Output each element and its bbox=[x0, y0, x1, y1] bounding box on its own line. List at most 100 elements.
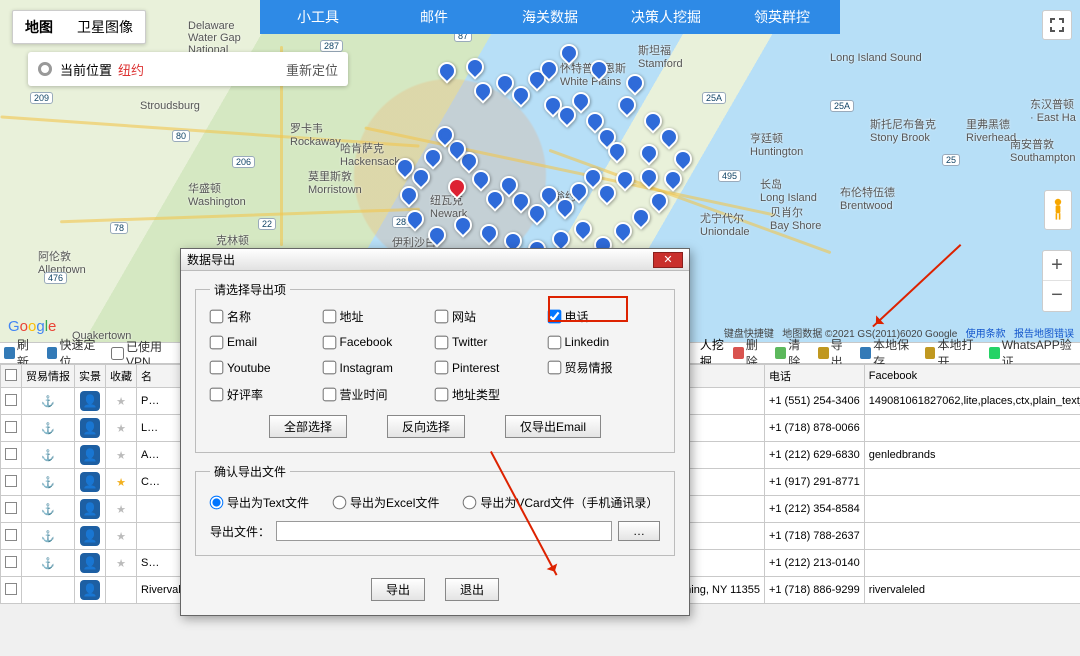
map-type-satellite[interactable]: 卫星图像 bbox=[65, 11, 145, 43]
dlg-btn-2[interactable]: 仅导出Email bbox=[505, 415, 601, 438]
favorite-icon[interactable]: ★ bbox=[116, 450, 126, 462]
map-pin[interactable] bbox=[462, 54, 487, 79]
streetview-icon[interactable]: 👤 bbox=[80, 553, 100, 573]
streetview-icon[interactable]: 👤 bbox=[80, 526, 100, 546]
export-format-0[interactable]: 导出为Text文件 bbox=[210, 494, 309, 511]
favorite-icon[interactable]: ★ bbox=[116, 504, 126, 516]
map-pin[interactable] bbox=[570, 216, 595, 241]
favorite-icon[interactable]: ★ bbox=[116, 558, 126, 570]
col-header[interactable] bbox=[1, 365, 22, 388]
export-opt-6[interactable]: Twitter bbox=[435, 335, 548, 349]
map-type-map[interactable]: 地图 bbox=[13, 11, 65, 43]
map-label: Long Island Sound bbox=[830, 52, 922, 64]
map-pin[interactable] bbox=[470, 78, 495, 103]
export-opt-2[interactable]: 网站 bbox=[435, 308, 548, 325]
export-opt-12[interactable]: 好评率 bbox=[210, 386, 323, 403]
anchor-icon[interactable]: ⚓ bbox=[41, 558, 55, 570]
nav-item-3[interactable]: 决策人挖掘 bbox=[608, 0, 724, 34]
exit-button[interactable]: 退出 bbox=[445, 578, 499, 601]
row-checkbox[interactable] bbox=[5, 502, 17, 514]
anchor-icon[interactable]: ⚓ bbox=[41, 477, 55, 489]
streetview-icon[interactable]: 👤 bbox=[80, 445, 100, 465]
route-shield: 206 bbox=[232, 156, 255, 168]
row-checkbox[interactable] bbox=[5, 556, 17, 568]
map-label: 东汉普顿· East Ha bbox=[1030, 96, 1076, 124]
col-header[interactable]: 电话 bbox=[764, 365, 864, 388]
nav-item-4[interactable]: 领英群控 bbox=[724, 0, 840, 34]
map-label: 斯坦福Stamford bbox=[638, 42, 683, 70]
col-header[interactable]: 收藏 bbox=[106, 365, 137, 388]
export-opt-4[interactable]: Email bbox=[210, 335, 323, 349]
export-opt-11[interactable]: 贸易情报 bbox=[548, 359, 661, 376]
locate-icon[interactable] bbox=[38, 62, 52, 76]
row-checkbox[interactable] bbox=[5, 421, 17, 433]
export-format-2[interactable]: 导出为VCard文件（手机通讯录） bbox=[463, 494, 658, 511]
anchor-icon[interactable]: ⚓ bbox=[41, 531, 55, 543]
streetview-icon[interactable]: 👤 bbox=[80, 391, 100, 411]
map-label: 罗卡韦Rockaway bbox=[290, 120, 341, 148]
export-opt-7[interactable]: Linkedin bbox=[548, 335, 661, 349]
export-opt-1[interactable]: 地址 bbox=[323, 308, 436, 325]
dlg-btn-1[interactable]: 反向选择 bbox=[387, 415, 465, 438]
anchor-icon[interactable]: ⚓ bbox=[41, 450, 55, 462]
col-header[interactable]: Facebook bbox=[864, 365, 1080, 388]
anchor-icon[interactable]: ⚓ bbox=[41, 504, 55, 516]
export-opt-10[interactable]: Pinterest bbox=[435, 359, 548, 376]
export-opt-0[interactable]: 名称 bbox=[210, 308, 323, 325]
export-path-input[interactable] bbox=[276, 521, 612, 541]
pegman-button[interactable] bbox=[1044, 190, 1072, 230]
relocate-button[interactable]: 重新定位 bbox=[286, 60, 338, 79]
favorite-icon[interactable]: ★ bbox=[116, 477, 126, 489]
export-opt-5[interactable]: Facebook bbox=[323, 335, 436, 349]
map-pin[interactable] bbox=[636, 164, 661, 189]
map-pin[interactable] bbox=[476, 220, 501, 245]
map-pin[interactable] bbox=[636, 140, 661, 165]
map-label: 里弗黑德Riverhead bbox=[966, 116, 1016, 144]
nav-item-1[interactable]: 邮件 bbox=[376, 0, 492, 34]
zoom-out-button[interactable]: − bbox=[1043, 281, 1071, 311]
export-opt-13[interactable]: 营业时间 bbox=[323, 386, 436, 403]
map-pin[interactable] bbox=[614, 92, 639, 117]
export-file-fieldset: 确认导出文件 导出为Text文件导出为Excel文件导出为VCard文件（手机通… bbox=[195, 463, 675, 556]
streetview-icon[interactable]: 👤 bbox=[80, 472, 100, 492]
anchor-icon[interactable]: ⚓ bbox=[41, 396, 55, 408]
row-checkbox[interactable] bbox=[5, 475, 17, 487]
nav-item-0[interactable]: 小工具 bbox=[260, 0, 376, 34]
map-pin[interactable] bbox=[646, 188, 671, 213]
browse-button[interactable]: … bbox=[618, 521, 660, 541]
row-checkbox[interactable] bbox=[5, 448, 17, 460]
map-pin[interactable] bbox=[612, 166, 637, 191]
export-opt-9[interactable]: Instagram bbox=[323, 359, 436, 376]
dlg-btn-0[interactable]: 全部选择 bbox=[269, 415, 347, 438]
export-opt-8[interactable]: Youtube bbox=[210, 359, 323, 376]
row-checkbox[interactable] bbox=[5, 529, 17, 541]
col-header[interactable]: 贸易情报 bbox=[22, 365, 75, 388]
streetview-icon[interactable]: 👤 bbox=[80, 580, 100, 600]
export-opt-14[interactable]: 地址类型 bbox=[435, 386, 548, 403]
map-pin[interactable] bbox=[628, 204, 653, 229]
map-pin[interactable] bbox=[420, 144, 445, 169]
col-header[interactable]: 实景 bbox=[75, 365, 106, 388]
route-shield: 80 bbox=[172, 130, 190, 142]
map-label: 亨廷顿Huntington bbox=[750, 130, 803, 158]
zoom-in-button[interactable]: + bbox=[1043, 251, 1071, 281]
streetview-icon[interactable]: 👤 bbox=[80, 418, 100, 438]
map-pin[interactable] bbox=[656, 124, 681, 149]
anchor-icon[interactable]: ⚓ bbox=[41, 423, 55, 435]
dialog-titlebar[interactable]: 数据导出 ✕ bbox=[181, 249, 689, 271]
map-pin[interactable] bbox=[434, 58, 459, 83]
close-icon[interactable]: ✕ bbox=[653, 252, 683, 268]
nav-item-2[interactable]: 海关数据 bbox=[492, 0, 608, 34]
map-pin[interactable] bbox=[610, 218, 635, 243]
streetview-icon[interactable]: 👤 bbox=[80, 499, 100, 519]
map-pin[interactable] bbox=[622, 70, 647, 95]
favorite-icon[interactable]: ★ bbox=[116, 531, 126, 543]
export-button[interactable]: 导出 bbox=[371, 578, 425, 601]
export-format-1[interactable]: 导出为Excel文件 bbox=[333, 494, 439, 511]
fullscreen-button[interactable] bbox=[1042, 10, 1072, 40]
favorite-icon[interactable]: ★ bbox=[116, 396, 126, 408]
map-pin[interactable] bbox=[670, 146, 695, 171]
row-checkbox[interactable] bbox=[5, 394, 17, 406]
favorite-icon[interactable]: ★ bbox=[116, 423, 126, 435]
location-city: 纽约 bbox=[118, 60, 144, 79]
